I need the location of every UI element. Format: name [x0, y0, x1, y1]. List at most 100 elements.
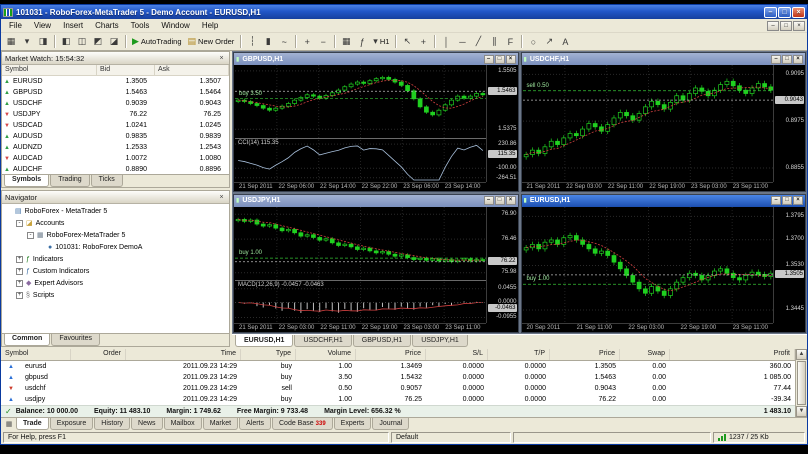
chart-canvas[interactable]: sell 0.500.90950.89750.88550.904321 Sep … [522, 65, 806, 191]
line-chart-icon[interactable]: ~ [276, 34, 292, 49]
chart-minimize-button[interactable]: – [771, 196, 781, 205]
chart-minimize-button[interactable]: – [771, 55, 781, 64]
text-label-icon[interactable]: A [557, 34, 573, 49]
navigator-item-expert-advisors[interactable]: +◆Expert Advisors [2, 277, 229, 289]
connection-status[interactable]: 1237 / 25 Kb [713, 432, 805, 443]
chart-window-usdchf[interactable]: ▮USDCHF,H1–□×sell 0.500.90950.89750.8855… [521, 52, 807, 192]
position-row-usdchf[interactable]: ▼usdchf2011.09.23 14:29sell0.500.90570.0… [1, 383, 795, 394]
menu-charts[interactable]: Charts [89, 20, 125, 31]
crosshair-icon[interactable]: + [415, 34, 431, 49]
mdi-close-button[interactable]: × [793, 21, 805, 31]
candle-chart-icon[interactable]: ▮ [260, 34, 276, 49]
menu-help[interactable]: Help [196, 20, 224, 31]
navigator-tab-favourites[interactable]: Favourites [51, 334, 100, 346]
close-icon[interactable]: × [217, 194, 226, 201]
chart-restore-button[interactable]: □ [495, 196, 505, 205]
toolbox-tab-code-base[interactable]: Code Base339 [272, 418, 333, 430]
scroll-thumb[interactable] [797, 361, 806, 405]
chart-title-bar[interactable]: ▮USDCHF,H1–□× [522, 53, 806, 65]
chart-restore-button[interactable]: □ [782, 196, 792, 205]
market-watch-tab-symbols[interactable]: Symbols [4, 175, 49, 187]
chart-restore-button[interactable]: □ [495, 55, 505, 64]
chart-close-button[interactable]: × [506, 196, 516, 205]
navigator-item-accounts[interactable]: -◪Accounts [2, 217, 229, 229]
market-watch-header[interactable]: Market Watch: 15:54:32 × [2, 52, 229, 65]
horizontal-line-icon[interactable]: ─ [454, 34, 470, 49]
market-watch-toggle-icon[interactable]: ◧ [58, 34, 74, 49]
close-button[interactable]: × [792, 7, 805, 18]
expand-icon[interactable]: + [16, 268, 23, 275]
column-header-time[interactable]: Time [126, 349, 241, 360]
toolbox-tab-journal[interactable]: Journal [372, 418, 409, 430]
toolbox-tab-mailbox[interactable]: Mailbox [164, 418, 202, 430]
window-tab-gbpusd-h1[interactable]: GBPUSD,H1 [353, 335, 411, 347]
scroll-down-icon[interactable]: ▼ [796, 406, 807, 417]
navigator-item-scripts[interactable]: +§Scripts [2, 289, 229, 301]
mdi-restore-button[interactable]: □ [780, 21, 792, 31]
chart-close-button[interactable]: × [506, 55, 516, 64]
chart-minimize-button[interactable]: – [484, 55, 494, 64]
column-header-ask[interactable]: Ask [155, 65, 229, 75]
zoom-out-icon[interactable]: − [315, 34, 331, 49]
menu-file[interactable]: File [3, 20, 28, 31]
expand-icon[interactable]: + [16, 280, 23, 287]
data-window-toggle-icon[interactable]: ◫ [74, 34, 90, 49]
chart-title-bar[interactable]: ▮GBPUSD,H1–□× [234, 53, 518, 65]
column-header-bid[interactable]: Bid [97, 65, 155, 75]
chart-close-button[interactable]: × [793, 196, 803, 205]
expand-icon[interactable]: + [16, 256, 23, 263]
chart-canvas[interactable]: buy 1.001.37951.37001.35301.34451.350520… [522, 207, 806, 333]
title-bar[interactable]: 101031 - RoboForex-MetaTrader 5 - Demo A… [1, 5, 807, 19]
close-icon[interactable]: × [217, 55, 226, 62]
navigator-item-roboforex-metatrader-5[interactable]: ▤RoboForex - MetaTrader 5 [2, 205, 229, 217]
chart-title-bar[interactable]: ▮USDJPY,H1–□× [234, 195, 518, 207]
channel-icon[interactable]: ∥ [486, 34, 502, 49]
toolbox-tab-market[interactable]: Market [203, 418, 238, 430]
profiles-icon[interactable]: ◨ [35, 34, 51, 49]
tile-windows-icon[interactable]: ▦ [338, 34, 354, 49]
navigator-item-indicators[interactable]: +ƒIndicators [2, 253, 229, 265]
navigator-tab-common[interactable]: Common [4, 334, 50, 346]
chart-close-button[interactable]: × [793, 55, 803, 64]
chart-window-usdjpy[interactable]: ▮USDJPY,H1–□×buy 1.00MACD(12,26,9) -0.04… [233, 194, 519, 334]
window-tab-usdchf-h1[interactable]: USDCHF,H1 [294, 335, 351, 347]
column-header-price[interactable]: Price [356, 349, 426, 360]
market-watch-tab-trading[interactable]: Trading [50, 175, 89, 187]
chart-dropdown-icon[interactable]: ▾ [19, 34, 35, 49]
toolbox-tab-news[interactable]: News [131, 418, 163, 430]
menu-tools[interactable]: Tools [125, 20, 156, 31]
scroll-up-icon[interactable]: ▲ [796, 349, 807, 360]
new-order-button[interactable]: ▤New Order [185, 34, 238, 49]
market-watch-row-usdchf[interactable]: ▲USDCHF0.90390.9043 [2, 98, 229, 109]
window-tab-usdjpy-h1[interactable]: USDJPY,H1 [412, 335, 468, 347]
expand-icon[interactable]: + [16, 292, 23, 299]
toolbox-tab-history[interactable]: History [94, 418, 130, 430]
market-watch-row-audusd[interactable]: ▲AUDUSD0.98350.9839 [2, 131, 229, 142]
position-row-usdjpy[interactable]: ▲usdjpy2011.09.23 14:29buy1.0076.250.000… [1, 394, 795, 405]
menu-view[interactable]: View [28, 20, 57, 31]
vertical-line-icon[interactable]: │ [438, 34, 454, 49]
position-row-gbpusd[interactable]: ▲gbpusd2011.09.23 14:29buy3.501.54320.00… [1, 372, 795, 383]
column-header-t-p[interactable]: T/P [488, 349, 550, 360]
column-header-volume[interactable]: Volume [296, 349, 356, 360]
toolbox-tab-trade[interactable]: Trade [16, 418, 49, 430]
menu-insert[interactable]: Insert [57, 20, 89, 31]
toolbox-tab-alerts[interactable]: Alerts [239, 418, 271, 430]
chart-window-eurusd[interactable]: ▮EURUSD,H1–□×buy 1.001.37951.37001.35301… [521, 194, 807, 334]
fibonacci-icon[interactable]: F [502, 34, 518, 49]
column-header-profit[interactable]: Profit [670, 349, 795, 360]
column-header-symbol[interactable]: Symbol [1, 349, 71, 360]
column-header-symbol[interactable]: Symbol [2, 65, 97, 75]
navigator-toggle-icon[interactable]: ◩ [90, 34, 106, 49]
chart-minimize-button[interactable]: – [484, 196, 494, 205]
timeframe-button[interactable]: ▾H1 [370, 34, 392, 49]
chart-canvas[interactable]: buy 1.00MACD(12,26,9) -0.0457 -0.046376.… [234, 207, 518, 333]
navigator-item-custom-indicators[interactable]: +ƒCustom Indicators [2, 265, 229, 277]
mdi-minimize-button[interactable]: – [767, 21, 779, 31]
bar-chart-icon[interactable]: ┆ [244, 34, 260, 49]
menu-window[interactable]: Window [155, 20, 195, 31]
column-header-s-l[interactable]: S/L [426, 349, 488, 360]
shapes-icon[interactable]: ○ [525, 34, 541, 49]
toolbox-tab-exposure[interactable]: Exposure [50, 418, 94, 430]
restore-button[interactable]: □ [778, 7, 791, 18]
